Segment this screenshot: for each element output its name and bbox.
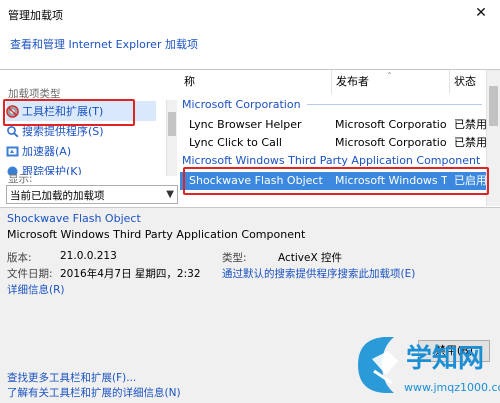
category-scrollbar[interactable] [166, 100, 177, 176]
search-icon [6, 125, 19, 138]
close-button[interactable]: ✕ [462, 0, 500, 26]
detail-addon-name: Shockwave Flash Object [7, 212, 141, 225]
watermark-logo-icon: 学知网 www.jmqz1000.com [358, 337, 500, 394]
title-bar: 管理加载项 [0, 0, 500, 26]
manage-addons-link[interactable]: 查看和管理 Internet Explorer 加载项 [10, 36, 198, 52]
table-row[interactable]: Lync Click to Call Microsoft Corporation… [180, 134, 486, 152]
highlight-box [3, 99, 135, 126]
watermark: 学知网 www.jmqz1000.com [352, 325, 500, 403]
cell-publisher: Microsoft Corporation [335, 118, 447, 131]
group-line [306, 104, 482, 105]
highlight-box [183, 167, 489, 195]
detail-publisher: Microsoft Windows Third Party Applicatio… [7, 228, 306, 241]
file-date-value: 2016年4月7日 星期四，2:32 [60, 268, 201, 280]
cell-name: Lync Browser Helper [189, 118, 302, 131]
show-filter-dropdown[interactable]: 当前已加载的加载项 ▼ [6, 185, 178, 204]
close-icon: ✕ [475, 5, 487, 21]
column-header-name[interactable]: 称 [180, 70, 332, 94]
version-label: 版本: [7, 252, 32, 264]
cell-status: 已禁用 [454, 136, 486, 149]
cell-name: Lync Click to Call [189, 136, 282, 149]
sort-arrow-icon: ⌃ [386, 71, 393, 80]
watermark-brand: 学知网 [406, 343, 484, 374]
cell-status: 已禁用 [454, 118, 486, 131]
type-label: 类型: [222, 252, 247, 264]
cell-publisher: Microsoft Corporation [335, 136, 447, 149]
category-accelerators[interactable]: 加速器(A) [6, 141, 156, 161]
chevron-down-icon: ▼ [166, 189, 174, 200]
dropdown-value: 当前已加载的加载项 [10, 190, 105, 202]
window-title: 管理加载项 [8, 9, 63, 22]
scroll-thumb[interactable] [168, 112, 176, 136]
find-more-link[interactable]: 查找更多工具栏和扩展(F)... [7, 370, 136, 385]
learn-more-link[interactable]: 了解有关工具栏和扩展的详细信息(N) [7, 385, 181, 400]
group-header: Microsoft Windows Third Party Applicatio… [182, 154, 484, 167]
scroll-thumb[interactable] [489, 86, 498, 126]
group-name: Microsoft Corporation [182, 98, 301, 111]
category-label: 加速器(A) [22, 145, 72, 158]
watermark-url: www.jmqz1000.com [404, 381, 500, 394]
show-label: 显示: [8, 173, 33, 185]
column-header-status[interactable]: 状态 [450, 70, 486, 94]
group-name: Microsoft Windows Third Party Applicatio… [182, 154, 481, 167]
file-date-label: 文件日期: [7, 268, 53, 280]
more-info-link[interactable]: 详细信息(R) [7, 282, 65, 297]
version-value: 21.0.0.213 [60, 250, 117, 262]
type-value: ActiveX 控件 [278, 252, 343, 264]
accelerator-icon [6, 145, 19, 158]
table-row[interactable]: Lync Browser Helper Microsoft Corporatio… [180, 116, 486, 134]
group-header: Microsoft Corporation [182, 98, 482, 111]
search-addon-link[interactable]: 通过默认的搜索提供程序搜索此加载项(E) [222, 266, 415, 281]
